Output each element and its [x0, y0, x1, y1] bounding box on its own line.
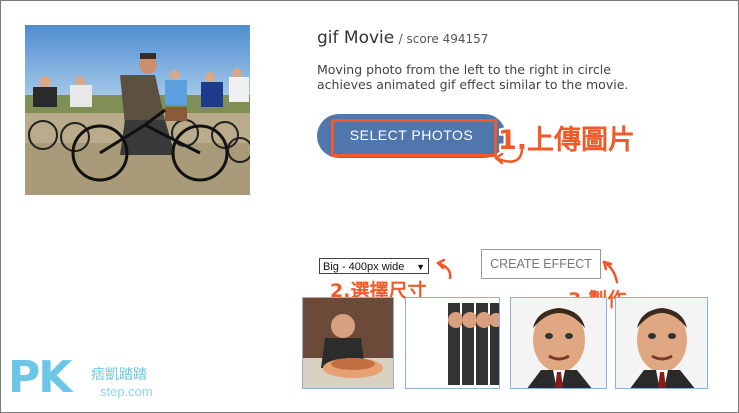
logo-chinese: 痞凱踏踏: [91, 367, 147, 383]
face-photo: [616, 298, 707, 388]
peeking-man-strip-photo: [406, 298, 499, 388]
thumbnail-4[interactable]: [615, 297, 708, 389]
face-photo: [511, 298, 606, 388]
thumbnail-3[interactable]: [510, 297, 607, 389]
logo-mark: PK: [8, 352, 72, 403]
eating-man-photo: [303, 298, 393, 388]
thumbnail-1[interactable]: [302, 297, 394, 389]
watermark-logo: PK 痞凱踏踏 step.com: [8, 352, 168, 408]
thumbnail-2[interactable]: [405, 297, 500, 389]
logo-url: step.com: [100, 384, 153, 399]
